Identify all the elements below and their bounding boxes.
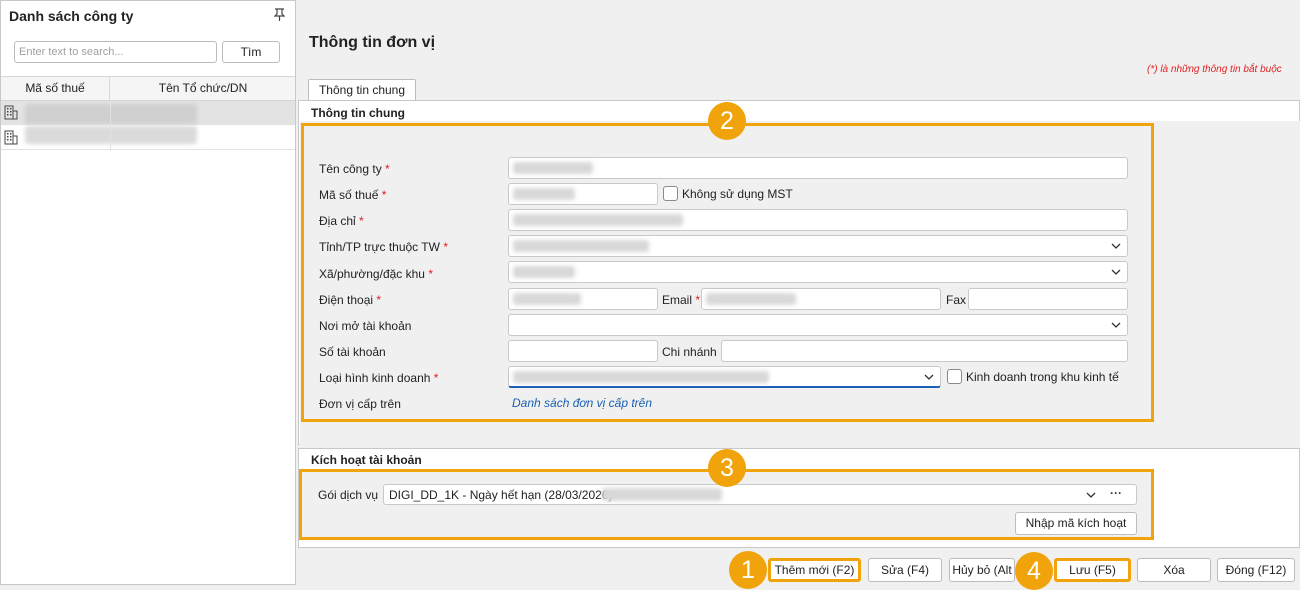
edit-button[interactable]: Sửa (F4): [868, 558, 942, 582]
email-field[interactable]: [701, 288, 941, 310]
account-number-field[interactable]: [508, 340, 658, 362]
service-package-select[interactable]: DIGI_DD_1K - Ngày hết hạn (28/03/2026) -…: [383, 484, 1137, 505]
company-name-field[interactable]: [508, 157, 1128, 179]
parent-unit-label: Đơn vị cấp trên: [319, 397, 401, 411]
bank-place-label: Nơi mở tài khoản: [319, 319, 412, 333]
chevron-down-icon: [924, 374, 934, 380]
section-title-general: Thông tin chung: [311, 106, 405, 120]
required-note: (*) là những thông tin bắt buộc: [1147, 64, 1282, 75]
tax-code-label: Mã số thuế *: [319, 188, 387, 202]
blurred-company-info: [25, 104, 197, 124]
search-button[interactable]: Tìm: [222, 41, 280, 63]
step-badge-1: 1: [729, 551, 767, 589]
address-field[interactable]: [508, 209, 1128, 231]
step-badge-4: 4: [1015, 552, 1053, 590]
fax-field[interactable]: [968, 288, 1128, 310]
chevron-down-icon: [1111, 243, 1121, 249]
parent-unit-list-link[interactable]: Danh sách đơn vị cấp trên: [512, 396, 652, 410]
phone-label: Điện thoại *: [319, 293, 382, 307]
branch-field[interactable]: [721, 340, 1128, 362]
save-button[interactable]: Lưu (F5): [1054, 558, 1131, 582]
chevron-down-icon: [1111, 269, 1121, 275]
ward-label: Xã/phường/đặc khu *: [319, 267, 433, 281]
step-badge-3: 3: [708, 449, 746, 487]
search-input[interactable]: [14, 41, 217, 63]
column-header-org-name[interactable]: Tên Tổ chức/DN: [111, 77, 295, 100]
no-tax-code-checkbox[interactable]: [663, 186, 678, 201]
company-name-label: Tên công ty *: [319, 162, 390, 176]
column-header-tax-code[interactable]: Mã số thuế: [1, 77, 110, 100]
package-label: Gói dịch vụ: [318, 488, 379, 502]
company-list-title: Danh sách công ty: [9, 8, 134, 24]
account-number-label: Số tài khoản: [319, 345, 386, 359]
delete-button[interactable]: Xóa: [1137, 558, 1211, 582]
company-grid-header: Mã số thuế Tên Tổ chức/DN: [1, 76, 295, 101]
email-label: Email *: [662, 293, 701, 307]
no-tax-code-label: Không sử dụng MST: [682, 187, 793, 201]
bank-place-select[interactable]: [508, 314, 1128, 336]
section-header-bar: [298, 100, 1300, 121]
fax-label: Fax: [946, 293, 967, 307]
chevron-down-icon: [1111, 322, 1121, 328]
province-label: Tỉnh/TP trực thuộc TW *: [319, 240, 448, 254]
enter-activation-code-button[interactable]: Nhập mã kích hoạt: [1015, 512, 1137, 535]
pin-icon[interactable]: [273, 8, 286, 24]
chevron-down-icon: [1086, 492, 1096, 498]
more-options-icon[interactable]: ···: [1110, 486, 1122, 500]
tab-general-info[interactable]: Thông tin chung: [308, 79, 416, 101]
business-type-select[interactable]: [508, 366, 941, 388]
economic-zone-checkbox[interactable]: [947, 369, 962, 384]
table-row[interactable]: [1, 101, 295, 125]
building-icon: [4, 130, 18, 145]
add-new-button[interactable]: Thêm mới (F2): [768, 558, 861, 582]
tax-code-field[interactable]: [508, 183, 658, 205]
package-value: DIGI_DD_1K - Ngày hết hạn (28/03/2026) -: [389, 488, 620, 502]
economic-zone-label: Kinh doanh trong khu kinh tế: [966, 370, 1119, 384]
section-title-activation: Kích hoạt tài khoản: [311, 453, 422, 467]
ward-select[interactable]: [508, 261, 1128, 283]
table-row[interactable]: [1, 126, 295, 150]
page-title: Thông tin đơn vị: [309, 34, 436, 51]
business-type-label: Loại hình kinh doanh *: [319, 371, 439, 385]
blurred-company-info: [25, 126, 197, 144]
phone-field[interactable]: [508, 288, 658, 310]
cancel-button[interactable]: Hủy bỏ (Alt: [949, 558, 1015, 582]
building-icon: [4, 105, 18, 120]
step-badge-2: 2: [708, 102, 746, 140]
address-label: Địa chỉ *: [319, 214, 364, 228]
branch-label: Chi nhánh: [662, 345, 717, 359]
close-button[interactable]: Đóng (F12): [1217, 558, 1295, 582]
province-select[interactable]: [508, 235, 1128, 257]
column-divider: [110, 101, 111, 151]
